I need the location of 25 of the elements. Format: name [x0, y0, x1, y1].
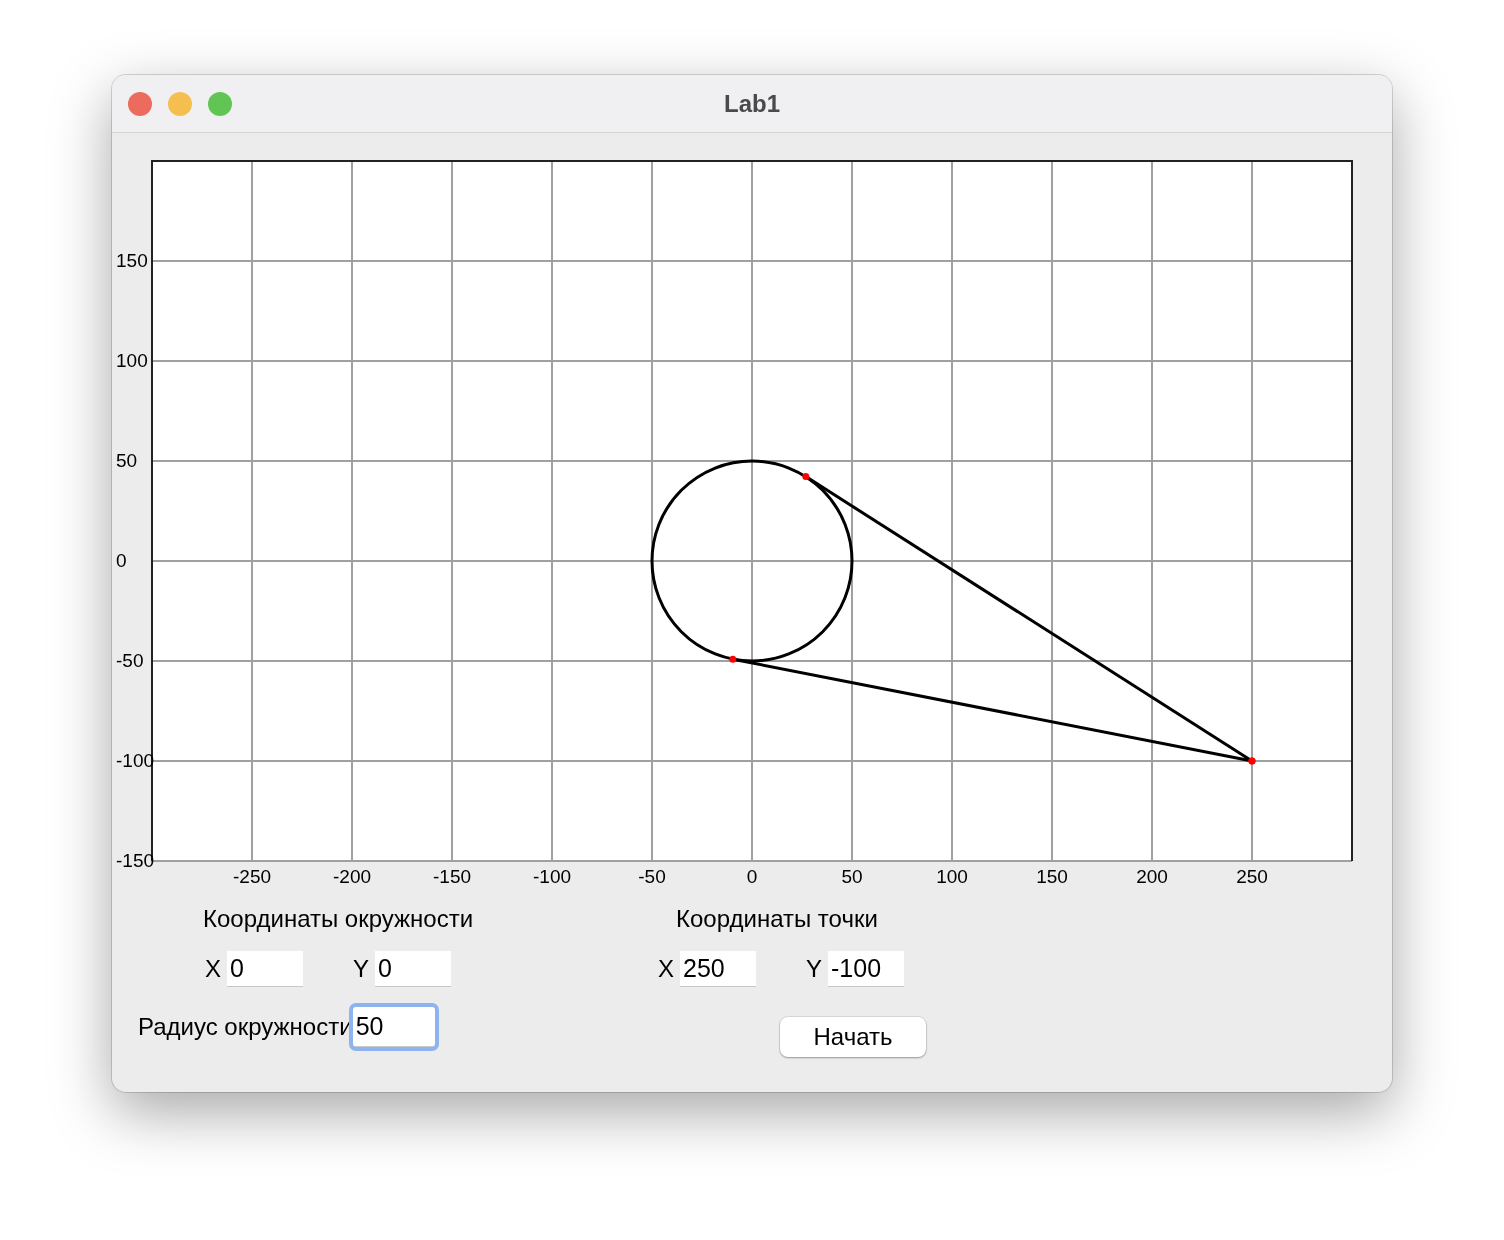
- section-heading: Координаты окружности: [203, 905, 475, 934]
- x-axis-label: -50: [638, 866, 666, 887]
- x-axis-label: -200: [333, 866, 371, 887]
- x-axis-label: -100: [533, 866, 571, 887]
- x-axis-label: 50: [841, 866, 863, 887]
- y-axis-label: 50: [116, 450, 138, 471]
- x-axis-label: -250: [233, 866, 271, 887]
- x-axis-label: 150: [1036, 866, 1068, 887]
- y-axis-label: -50: [116, 650, 144, 671]
- x-axis-label: -150: [433, 866, 471, 887]
- field-label: X: [658, 955, 674, 983]
- y-axis-label: -150: [116, 850, 155, 871]
- y-axis-label: 100: [116, 350, 148, 371]
- field-label: X: [205, 955, 221, 983]
- field-label: Y: [806, 955, 823, 983]
- field-label: Радиус окружности: [138, 1013, 353, 1041]
- y-axis-label: 150: [116, 250, 148, 271]
- x-axis-label: 200: [1136, 866, 1168, 887]
- x-axis-label: 0: [746, 866, 758, 887]
- x-axis-label: 250: [1236, 866, 1268, 887]
- field-label: Y: [353, 955, 370, 983]
- section-heading: Координаты точки: [676, 905, 879, 934]
- y-axis-label: 0: [116, 550, 127, 571]
- x-axis-label: 100: [936, 866, 968, 887]
- window-title: Lab1: [724, 89, 780, 118]
